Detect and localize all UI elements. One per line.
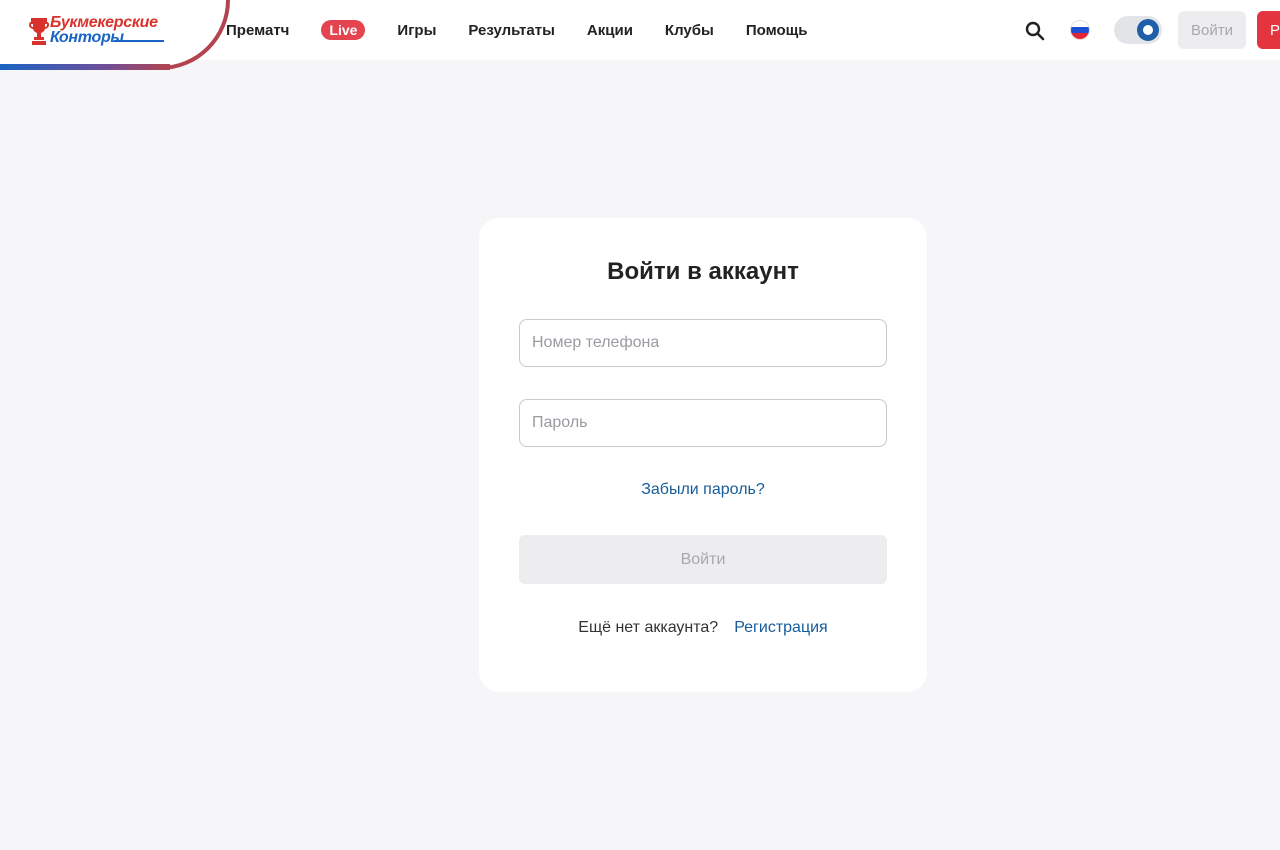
nav-item-promotions[interactable]: Акции [587,22,633,39]
phone-input[interactable] [519,319,887,367]
header-login-button[interactable]: Войти [1178,11,1246,49]
theme-toggle[interactable] [1114,16,1162,44]
brand-logo[interactable]: Букмекерские Конторы [28,14,168,48]
password-input[interactable] [519,399,887,447]
logo-gradient-line [0,64,170,70]
toggle-knob [1137,19,1159,41]
forgot-password-link[interactable]: Забыли пароль? [479,481,927,499]
logo-underline [114,40,164,42]
header-register-button[interactable]: Р [1257,11,1280,49]
nav-item-live[interactable]: Live [321,20,366,40]
nav-item-results[interactable]: Результаты [468,22,554,39]
top-header: Букмекерские Конторы Прематч Live Игры Р… [0,0,1280,70]
nav-item-prematch[interactable]: Прематч [226,22,289,39]
register-link[interactable]: Регистрация [734,619,828,636]
nav-item-help[interactable]: Помощь [746,22,808,39]
login-card: Войти в аккаунт Забыли пароль? Войти Ещё… [479,218,927,692]
no-account-text: Ещё нет аккаунта? [578,619,719,636]
nav-item-games[interactable]: Игры [397,22,436,39]
login-submit-button[interactable]: Войти [519,535,887,584]
page-title: Войти в аккаунт [607,258,799,285]
russia-flag-icon[interactable] [1070,20,1090,40]
nav-item-clubs[interactable]: Клубы [665,22,714,39]
logo-text-bottom: Конторы [50,29,124,46]
logo-area: Букмекерские Конторы [0,0,232,70]
search-icon[interactable] [1025,21,1045,41]
register-prompt: Ещё нет аккаунта? Регистрация [479,619,927,637]
trophy-icon [29,18,49,45]
main-nav: Прематч Live Игры Результаты Акции Клубы… [226,0,840,60]
